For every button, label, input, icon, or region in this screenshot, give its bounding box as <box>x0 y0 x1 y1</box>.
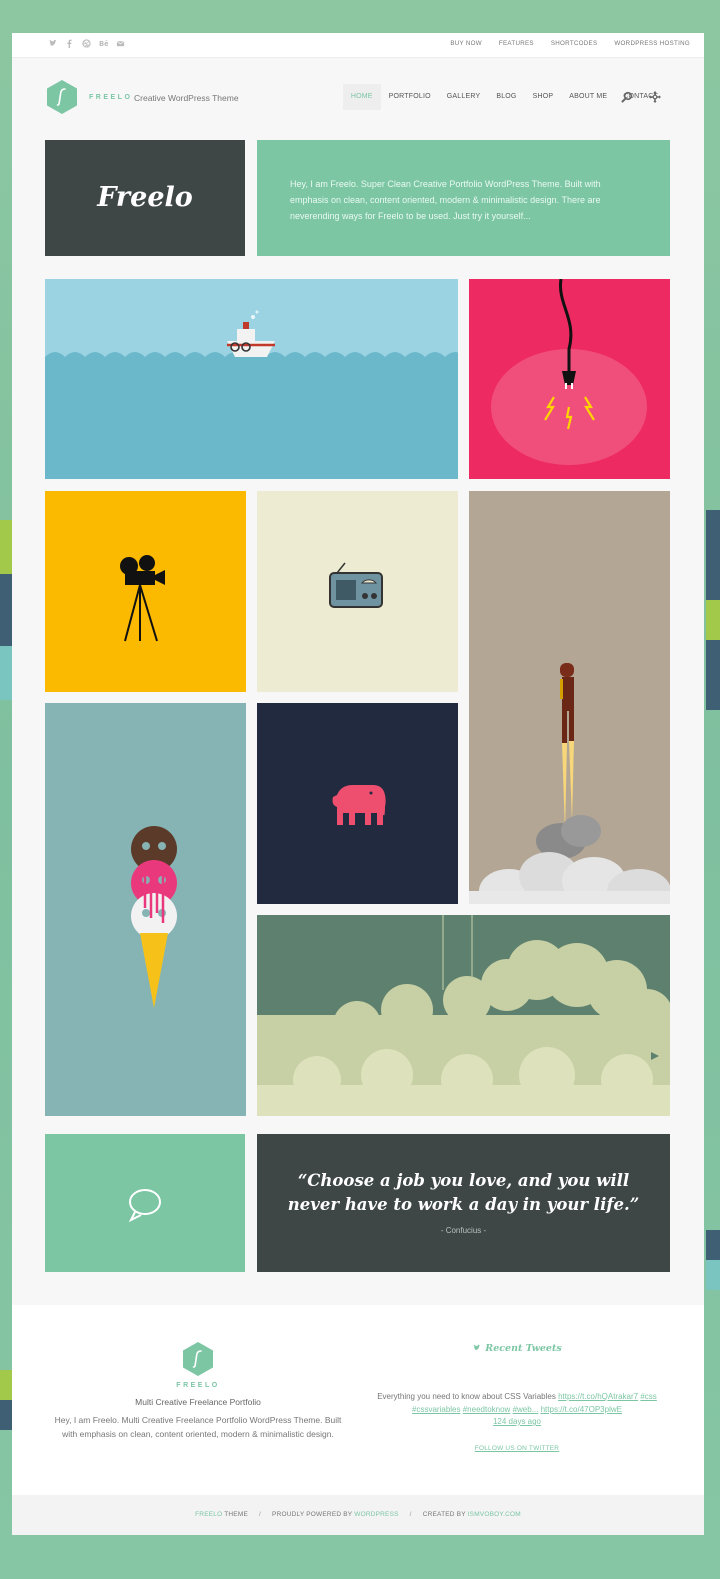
credit-theme-link[interactable]: FREELO <box>195 1511 222 1518</box>
twitter-icon <box>473 1344 481 1351</box>
twitter-icon[interactable] <box>48 39 57 48</box>
tweet-hashtag-css[interactable]: #css <box>640 1392 656 1401</box>
nav-item-about-me[interactable]: ABOUT ME <box>561 84 615 110</box>
credit-created-prefix: CREATED BY <box>422 1511 466 1518</box>
follow-twitter-link[interactable]: FOLLOW US ON TWITTER <box>372 1445 662 1452</box>
top-link-wordpress-hosting[interactable]: WORDPRESS HOSTING <box>614 40 690 47</box>
intro-title: Freelo <box>97 182 193 213</box>
top-links: BUY NOW FEATURES SHORTCODES WORDPRESS HO… <box>450 40 690 47</box>
nav-item-portfolio[interactable]: PORTFOLIO <box>381 84 439 110</box>
portfolio-item-skulls[interactable] <box>45 703 246 1116</box>
quote-text: “Choose a job you love, and you will nev… <box>287 1171 640 1214</box>
recent-tweets-title: Recent Tweets <box>372 1343 662 1354</box>
social-links: Bē <box>48 39 125 48</box>
main-navigation: HOME PORTFOLIO GALLERY BLOG SHOP ABOUT M… <box>342 84 666 110</box>
svg-text:Bē: Bē <box>99 40 108 48</box>
site-footer: FREELO Multi Creative Freelance Portfoli… <box>12 1305 704 1495</box>
tweet-time[interactable]: 124 days ago <box>493 1417 541 1426</box>
top-link-buy-now[interactable]: BUY NOW <box>450 40 482 47</box>
behance-icon[interactable]: Bē <box>99 39 108 48</box>
credit-separator: / <box>409 1511 412 1518</box>
credits-line: FREELO THEME / PROUDLY POWERED BY WORDPR… <box>12 1511 704 1518</box>
portfolio-item-camera[interactable] <box>45 491 246 692</box>
comment-tile[interactable] <box>45 1134 245 1272</box>
facebook-icon[interactable] <box>65 39 74 48</box>
top-bar: Bē BUY NOW FEATURES SHORTCODES WORDPRESS… <box>12 33 704 58</box>
nav-item-blog[interactable]: BLOG <box>488 84 524 110</box>
brand-name: FREELO <box>89 94 133 101</box>
intro-text: Hey, I am Freelo. Super Clean Creative P… <box>290 179 601 221</box>
quote-author: - Confucius - <box>440 1226 487 1235</box>
nav-item-shop[interactable]: SHOP <box>525 84 562 110</box>
search-icon[interactable] <box>621 91 633 103</box>
credit-theme-word: THEME <box>224 1511 248 1518</box>
tweet-hashtag-web[interactable]: #web... <box>513 1405 539 1414</box>
tweet-link-2[interactable]: https://t.co/47OP3plwE <box>541 1405 622 1414</box>
quote-tile: “Choose a job you love, and you will nev… <box>257 1134 670 1272</box>
intro-title-tile: Freelo <box>45 140 245 256</box>
portfolio-item-radio[interactable] <box>257 491 458 692</box>
speech-bubble-icon <box>128 1189 161 1223</box>
background-decoration-right <box>706 510 720 710</box>
move-cross-icon[interactable] <box>649 91 661 103</box>
portfolio-item-clouds[interactable] <box>257 915 670 1116</box>
tweet-text: Everything you need to know about CSS Va… <box>377 1392 556 1401</box>
email-icon[interactable] <box>116 39 125 48</box>
tweet-hashtag-needtoknow[interactable]: #needtoknow <box>463 1405 511 1414</box>
tweet-link-1[interactable]: https://t.co/hQAtrakar7 <box>558 1392 638 1401</box>
top-link-shortcodes[interactable]: SHORTCODES <box>551 40 598 47</box>
credit-author-link[interactable]: ISMVOBOY.COM <box>468 1511 521 1518</box>
portfolio-item-lightbulb[interactable] <box>469 279 670 479</box>
freelo-logo[interactable] <box>44 79 80 115</box>
site-header: FREELO Creative WordPress Theme HOME POR… <box>12 58 704 136</box>
tweet-hashtag-cssvariables[interactable]: #cssvariables <box>412 1405 460 1414</box>
tweet-item: Everything you need to know about CSS Va… <box>372 1391 662 1429</box>
footer-brand: FREELO <box>176 1382 220 1389</box>
footer-subtitle: Multi Creative Freelance Portfolio <box>135 1397 261 1407</box>
credit-powered-prefix: PROUDLY POWERED BY <box>272 1511 353 1518</box>
credits-bar: FREELO THEME / PROUDLY POWERED BY WORDPR… <box>12 1495 704 1535</box>
recent-tweets-label: Recent Tweets <box>485 1343 562 1354</box>
intro-text-tile: Hey, I am Freelo. Super Clean Creative P… <box>257 140 670 256</box>
brand-tagline: Creative WordPress Theme <box>134 93 239 103</box>
background-decoration-right-lower <box>706 1230 720 1290</box>
nav-item-home[interactable]: HOME <box>342 84 381 110</box>
top-link-features[interactable]: FEATURES <box>499 40 534 47</box>
credit-separator: / <box>259 1511 262 1518</box>
credit-wordpress-link[interactable]: WORDPRESS <box>354 1511 398 1518</box>
portfolio-item-rocket-man[interactable] <box>469 491 670 904</box>
portfolio-item-boat[interactable] <box>45 279 458 479</box>
footer-description: Hey, I am Freelo. Multi Creative Freelan… <box>54 1415 342 1439</box>
portfolio-item-elephant[interactable] <box>257 703 458 904</box>
nav-item-gallery[interactable]: GALLERY <box>439 84 489 110</box>
page-container: Bē BUY NOW FEATURES SHORTCODES WORDPRESS… <box>12 33 704 1535</box>
footer-freelo-logo[interactable] <box>180 1341 216 1377</box>
dribbble-icon[interactable] <box>82 39 91 48</box>
